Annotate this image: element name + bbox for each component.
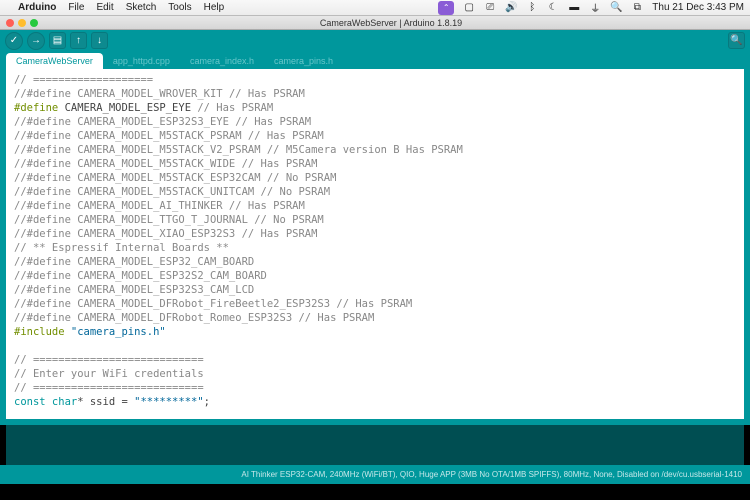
volume-icon[interactable]: 🔊 bbox=[505, 2, 517, 14]
tab-app-httpd[interactable]: app_httpd.cpp bbox=[103, 53, 180, 69]
code-line: //#define CAMERA_MODEL_ESP32_CAM_BOARD bbox=[14, 255, 736, 269]
edit-menu[interactable]: Edit bbox=[96, 2, 113, 13]
code-line: //#define CAMERA_MODEL_M5STACK_WIDE // H… bbox=[14, 157, 736, 171]
code-line: //#define CAMERA_MODEL_M5STACK_V2_PSRAM … bbox=[14, 143, 736, 157]
window-titlebar: CameraWebServer | Arduino 1.8.19 bbox=[0, 16, 750, 30]
arduino-toolbar: ✓ → ▤ ↑ ↓ 🔍 bbox=[0, 30, 750, 51]
upload-button[interactable]: → bbox=[27, 32, 45, 50]
code-line: //#define CAMERA_MODEL_DFRobot_Romeo_ESP… bbox=[14, 311, 736, 325]
tools-menu[interactable]: Tools bbox=[168, 2, 191, 13]
tab-camera-pins[interactable]: camera_pins.h bbox=[264, 53, 343, 69]
airplay-icon[interactable]: ▢ bbox=[463, 2, 475, 14]
code-line: //#define CAMERA_MODEL_M5STACK_ESP32CAM … bbox=[14, 171, 736, 185]
code-line: //#define CAMERA_MODEL_ESP32S3_EYE // Ha… bbox=[14, 115, 736, 129]
close-window-button[interactable] bbox=[6, 19, 14, 27]
search-icon[interactable]: 🔍 bbox=[610, 2, 622, 14]
battery-icon[interactable]: ▬ bbox=[568, 2, 580, 14]
tray-app-icon[interactable]: ⌃ bbox=[438, 1, 454, 15]
status-bar: AI Thinker ESP32-CAM, 240MHz (WiFi/BT), … bbox=[0, 465, 750, 484]
code-line: #define CAMERA_MODEL_ESP_EYE // Has PSRA… bbox=[14, 101, 736, 115]
minimize-window-button[interactable] bbox=[18, 19, 26, 27]
tab-camera-index[interactable]: camera_index.h bbox=[180, 53, 264, 69]
code-line: //#define CAMERA_MODEL_ESP32S2_CAM_BOARD bbox=[14, 269, 736, 283]
code-line: const char* ssid = "*********"; bbox=[14, 395, 736, 409]
board-info: AI Thinker ESP32-CAM, 240MHz (WiFi/BT), … bbox=[241, 470, 742, 479]
bluetooth-icon[interactable]: ᛒ bbox=[526, 2, 538, 14]
tab-camerawebserver[interactable]: CameraWebServer bbox=[6, 53, 103, 69]
new-sketch-button[interactable]: ▤ bbox=[49, 32, 66, 49]
code-line: //#define CAMERA_MODEL_WROVER_KIT // Has… bbox=[14, 87, 736, 101]
code-line: // ** Espressif Internal Boards ** bbox=[14, 241, 736, 255]
code-line: // =================== bbox=[14, 73, 736, 87]
macos-menubar: Arduino File Edit Sketch Tools Help ⌃ ▢ … bbox=[0, 0, 750, 16]
zoom-window-button[interactable] bbox=[30, 19, 38, 27]
sketch-menu[interactable]: Sketch bbox=[126, 2, 157, 13]
code-line: //#define CAMERA_MODEL_AI_THINKER // Has… bbox=[14, 199, 736, 213]
display-icon[interactable]: ⎚ bbox=[484, 2, 496, 14]
open-sketch-button[interactable]: ↑ bbox=[70, 32, 87, 49]
code-line bbox=[14, 339, 736, 353]
code-line: //#define CAMERA_MODEL_XIAO_ESP32S3 // H… bbox=[14, 227, 736, 241]
editor-tabs: CameraWebServer app_httpd.cpp camera_ind… bbox=[0, 51, 750, 69]
code-line: //#define CAMERA_MODEL_ESP32S3_CAM_LCD bbox=[14, 283, 736, 297]
serial-monitor-button[interactable]: 🔍 bbox=[728, 32, 745, 49]
code-line: //#define CAMERA_MODEL_M5STACK_PSRAM // … bbox=[14, 129, 736, 143]
clock[interactable]: Thu 21 Dec 3:43 PM bbox=[652, 2, 744, 13]
dnd-icon[interactable]: ☾ bbox=[547, 2, 559, 14]
output-console[interactable] bbox=[6, 425, 744, 465]
wifi-icon[interactable]: ⏚ bbox=[589, 2, 601, 14]
file-menu[interactable]: File bbox=[68, 2, 84, 13]
code-line: #include "camera_pins.h" bbox=[14, 325, 736, 339]
code-line: //#define CAMERA_MODEL_M5STACK_UNITCAM /… bbox=[14, 185, 736, 199]
code-line: //#define CAMERA_MODEL_DFRobot_FireBeetl… bbox=[14, 297, 736, 311]
control-center-icon[interactable]: ⧉ bbox=[631, 2, 643, 14]
code-editor[interactable]: // =================== //#define CAMERA_… bbox=[6, 69, 744, 419]
verify-button[interactable]: ✓ bbox=[5, 32, 23, 50]
code-line: //#define CAMERA_MODEL_TTGO_T_JOURNAL //… bbox=[14, 213, 736, 227]
window-title: CameraWebServer | Arduino 1.8.19 bbox=[38, 18, 744, 28]
code-line: // =========================== bbox=[14, 353, 736, 367]
save-sketch-button[interactable]: ↓ bbox=[91, 32, 108, 49]
code-line: // Enter your WiFi credentials bbox=[14, 367, 736, 381]
help-menu[interactable]: Help bbox=[204, 2, 225, 13]
code-line: // =========================== bbox=[14, 381, 736, 395]
app-menu[interactable]: Arduino bbox=[18, 2, 56, 13]
